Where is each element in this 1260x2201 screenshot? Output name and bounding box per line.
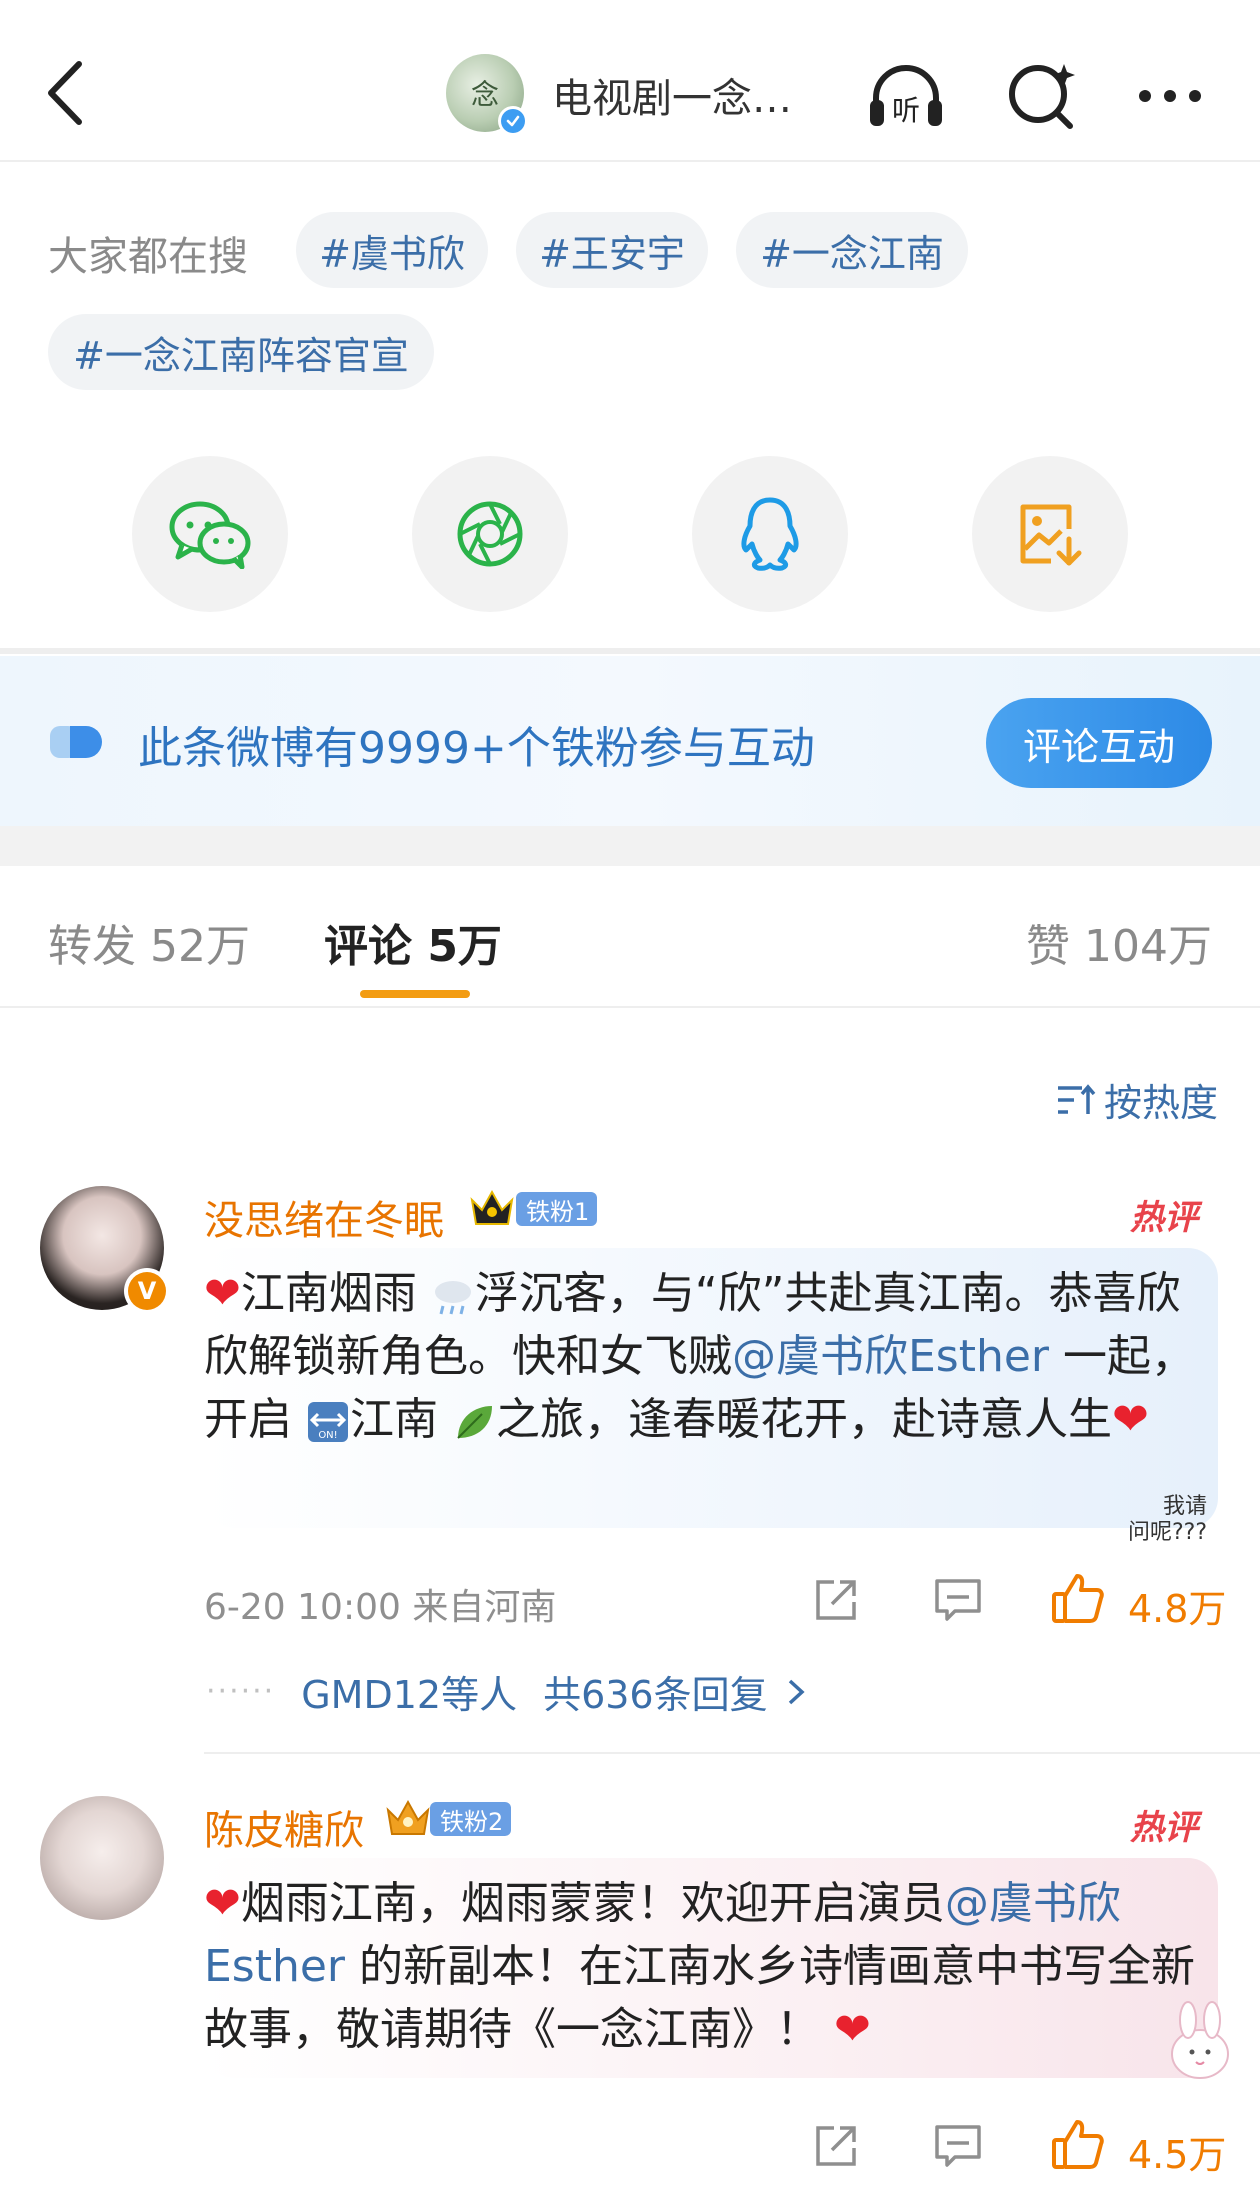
svg-text:ON!: ON! bbox=[318, 1430, 337, 1441]
reply-dots: ······ bbox=[206, 1674, 276, 1709]
account-avatar[interactable]: 念 bbox=[446, 54, 528, 136]
thumbs-up-icon bbox=[1052, 2120, 1104, 2169]
share-moments-button[interactable] bbox=[412, 456, 568, 612]
reply-button[interactable] bbox=[928, 1570, 988, 1630]
search-sparkle-icon bbox=[1009, 64, 1075, 129]
divider bbox=[0, 648, 1260, 654]
save-image-button[interactable] bbox=[972, 456, 1128, 612]
comment-interact-button[interactable]: 评论互动 bbox=[986, 698, 1212, 788]
iron-fan-badge: 铁粉2 bbox=[430, 1802, 512, 1836]
sort-icon bbox=[1058, 1083, 1096, 1114]
repost-button[interactable] bbox=[806, 2116, 866, 2176]
svg-text:听: 听 bbox=[892, 94, 920, 127]
bubble-sticker: 我请 问呢??? bbox=[1128, 1494, 1208, 1545]
tab-active-indicator bbox=[360, 990, 470, 998]
trending-chip[interactable]: #王安宇 bbox=[516, 212, 708, 288]
like-count: 4.5万 bbox=[1128, 2133, 1227, 2177]
comment-text: ❤江南烟雨 浮沉客，与“欣”共赴真江南。恭喜欣欣解锁新角色。快和女飞贼@虞书欣E… bbox=[204, 1268, 1196, 1445]
chevron-right-icon bbox=[788, 1679, 805, 1704]
comment-text: ❤烟雨江南，烟雨蒙蒙！欢迎开启演员@虞书欣Esther 的新副本！在江南水乡诗情… bbox=[204, 1878, 1196, 2055]
mention-link[interactable]: @虞书欣Esther bbox=[732, 1331, 1049, 1382]
verified-badge bbox=[498, 106, 528, 136]
crown-icon bbox=[470, 1189, 514, 1225]
hot-comment-tag: 热评 bbox=[1130, 1808, 1198, 1848]
replies-summary[interactable]: ······ GMD12等人 共636条回复 bbox=[206, 1664, 808, 1719]
save-image-icon bbox=[1020, 504, 1082, 566]
thumbs-up-icon bbox=[1052, 1574, 1104, 1623]
comment-icon bbox=[935, 2125, 981, 2167]
heart-emoji-icon: ❤ bbox=[204, 1878, 241, 1929]
comment-icon bbox=[935, 1579, 981, 1621]
comment-time-location: 6-20 10:00 来自河南 bbox=[204, 1587, 557, 1628]
qq-penguin-icon bbox=[741, 497, 799, 571]
more-dots-icon bbox=[1139, 90, 1201, 102]
trending-label: 大家都在搜 bbox=[48, 234, 248, 280]
comment-bubble: ❤烟雨江南，烟雨蒙蒙！欢迎开启演员@虞书欣Esther 的新副本！在江南水乡诗情… bbox=[204, 1858, 1218, 2078]
trending-chip[interactable]: #一念江南阵容官宣 bbox=[48, 314, 434, 390]
banner-text: 此条微博有9999+个铁粉参与互动 bbox=[138, 723, 815, 774]
like-count: 4.8万 bbox=[1128, 1587, 1227, 1631]
wechat-icon bbox=[169, 501, 251, 569]
heart-emoji-icon: ❤ bbox=[204, 1268, 241, 1319]
vip-badge: V bbox=[124, 1268, 170, 1314]
sort-by-heat-button[interactable]: 按热度 bbox=[1056, 1072, 1218, 1127]
heart-emoji-icon: ❤ bbox=[834, 2004, 871, 2055]
leaf-emoji-icon bbox=[457, 1406, 492, 1439]
section-gap bbox=[0, 826, 1260, 866]
more-button[interactable] bbox=[1130, 56, 1210, 136]
account-title[interactable]: 电视剧一念… bbox=[552, 66, 792, 124]
sort-label: 按热度 bbox=[1104, 1081, 1219, 1125]
heart-emoji-icon: ❤ bbox=[1112, 1394, 1149, 1445]
on-arrow-emoji-icon: ON! bbox=[308, 1402, 348, 1442]
share-wechat-button[interactable] bbox=[132, 456, 288, 612]
trending-chip[interactable]: #虞书欣 bbox=[296, 212, 488, 288]
like-button[interactable] bbox=[1048, 2114, 1108, 2174]
tab-repost[interactable]: 转发 52万 bbox=[48, 910, 250, 974]
headphones-listen-icon: 听 bbox=[870, 65, 942, 127]
tab-comment[interactable]: 评论 5万 bbox=[324, 910, 502, 974]
iron-fan-icon bbox=[50, 726, 102, 758]
comment-username[interactable]: 陈皮糖欣 bbox=[204, 1798, 364, 1856]
search-button[interactable] bbox=[1002, 56, 1082, 136]
like-button[interactable] bbox=[1048, 1568, 1108, 1628]
commenter-avatar[interactable]: V bbox=[40, 1186, 170, 1314]
share-icon bbox=[816, 2126, 856, 2166]
divider bbox=[0, 1006, 1260, 1008]
comment-username[interactable]: 没思绪在冬眠 bbox=[204, 1188, 444, 1246]
commenter-avatar[interactable] bbox=[40, 1796, 164, 1920]
listen-button[interactable]: 听 bbox=[866, 56, 946, 136]
iron-fan-banner: 此条微博有9999+个铁粉参与互动 评论互动 bbox=[0, 656, 1260, 826]
tab-like[interactable]: 赞 104万 bbox=[1026, 910, 1212, 974]
top-bar: 念 电视剧一念… 听 bbox=[0, 0, 1260, 162]
bunny-sticker-icon bbox=[1171, 2001, 1229, 2079]
iron-fan-badge: 铁粉1 bbox=[516, 1192, 598, 1226]
share-qq-button[interactable] bbox=[692, 456, 848, 612]
reply-count: 共636条回复 bbox=[543, 1673, 768, 1717]
reply-button[interactable] bbox=[928, 2116, 988, 2176]
trending-chip[interactable]: #一念江南 bbox=[736, 212, 968, 288]
comment-divider bbox=[204, 1752, 1260, 1754]
crown-icon bbox=[386, 1799, 430, 1835]
reply-users: GMD12等人 bbox=[301, 1673, 518, 1717]
repost-button[interactable] bbox=[806, 1570, 866, 1630]
check-icon bbox=[506, 115, 520, 127]
rain-cloud-emoji-icon bbox=[434, 1281, 471, 1315]
back-button[interactable] bbox=[40, 58, 90, 128]
moments-aperture-icon bbox=[457, 501, 523, 567]
comment-bubble: ❤江南烟雨 浮沉客，与“欣”共赴真江南。恭喜欣欣解锁新角色。快和女飞贼@虞书欣E… bbox=[204, 1248, 1218, 1528]
hot-comment-tag: 热评 bbox=[1130, 1198, 1198, 1238]
share-icon bbox=[816, 1580, 856, 1620]
chevron-left-icon bbox=[48, 61, 82, 125]
